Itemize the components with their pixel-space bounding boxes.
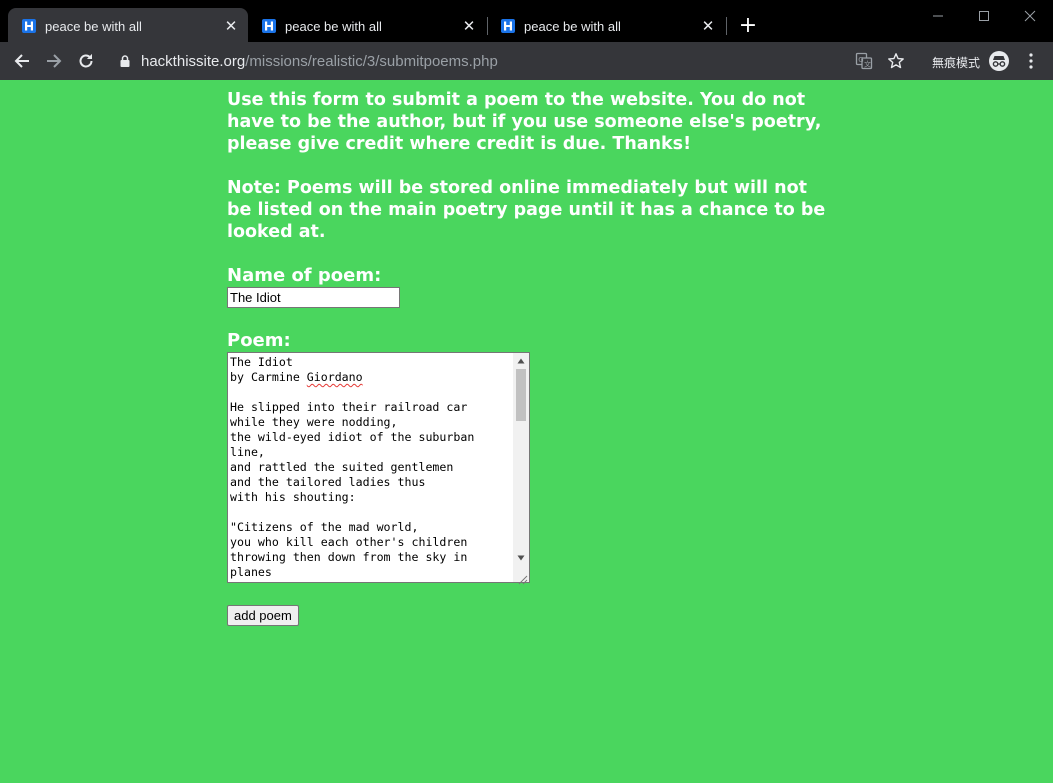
poem-scrollbar[interactable] bbox=[513, 353, 529, 582]
minimize-icon[interactable] bbox=[915, 4, 961, 28]
tab-title: peace be with all bbox=[285, 18, 382, 34]
url-path: /missions/realistic/3/submitpoems.php bbox=[245, 52, 498, 70]
tab-separator bbox=[726, 17, 727, 35]
name-label: Name of poem: bbox=[227, 265, 382, 286]
resize-grip-icon[interactable] bbox=[516, 569, 528, 585]
star-icon[interactable] bbox=[884, 49, 908, 73]
svg-text:文: 文 bbox=[864, 60, 871, 69]
hackthissite-favicon-icon bbox=[501, 19, 515, 33]
misspelled-word: Giordano bbox=[306, 370, 363, 384]
hackthissite-favicon-icon bbox=[22, 19, 36, 33]
submit-poem-form: Use this form to submit a poem to the we… bbox=[227, 89, 827, 626]
close-icon[interactable]: ✕ bbox=[699, 17, 717, 35]
poem-text-rest: He slipped into their railroad car while… bbox=[230, 400, 475, 579]
tab-1[interactable]: peace be with all ✕ bbox=[8, 8, 248, 44]
incognito-label: 無痕模式 bbox=[932, 56, 981, 70]
maximize-icon[interactable] bbox=[961, 4, 1007, 28]
close-icon[interactable]: ✕ bbox=[460, 17, 478, 35]
address-bar[interactable]: hackthissite.org/missions/realistic/3/su… bbox=[120, 51, 498, 71]
add-poem-button[interactable]: add poem bbox=[227, 605, 299, 626]
poem-name-input[interactable] bbox=[227, 287, 400, 308]
poem-textarea[interactable]: The Idiot by Carmine Giordano He slipped… bbox=[227, 352, 530, 585]
tab-title: peace be with all bbox=[45, 18, 142, 34]
scroll-thumb[interactable] bbox=[516, 369, 526, 421]
scroll-up-icon[interactable] bbox=[513, 354, 529, 368]
tab-title: peace be with all bbox=[524, 18, 621, 34]
hackthissite-favicon-icon bbox=[262, 19, 276, 33]
tab-2[interactable]: peace be with all ✕ bbox=[248, 8, 486, 44]
poem-label: Poem: bbox=[227, 330, 291, 351]
back-icon[interactable] bbox=[10, 49, 34, 73]
tab-strip: peace be with all ✕ peace be with all ✕ … bbox=[0, 0, 1053, 44]
translate-icon[interactable]: G文 bbox=[852, 49, 876, 73]
scroll-down-icon[interactable] bbox=[513, 551, 529, 565]
menu-icon[interactable] bbox=[1019, 49, 1043, 73]
url-host: hackthissite.org bbox=[141, 52, 246, 70]
forward-icon[interactable] bbox=[42, 49, 66, 73]
note-text: Note: Poems will be stored online immedi… bbox=[227, 178, 826, 242]
incognito-icon[interactable] bbox=[987, 49, 1011, 73]
lock-icon bbox=[120, 55, 130, 67]
svg-text:G: G bbox=[858, 56, 863, 64]
window-close-icon[interactable] bbox=[1007, 4, 1053, 28]
poem-text[interactable]: The Idiot by Carmine Giordano He slipped… bbox=[228, 353, 513, 582]
intro-text: Use this form to submit a poem to the we… bbox=[227, 90, 822, 154]
browser-toolbar: hackthissite.org/missions/realistic/3/su… bbox=[0, 42, 1053, 80]
tab-3[interactable]: peace be with all ✕ bbox=[487, 8, 725, 44]
close-icon[interactable]: ✕ bbox=[222, 17, 240, 35]
new-tab-icon[interactable]: + bbox=[737, 15, 759, 37]
poem-text-start: The Idiot by Carmine bbox=[230, 355, 300, 384]
reload-icon[interactable] bbox=[74, 49, 98, 73]
